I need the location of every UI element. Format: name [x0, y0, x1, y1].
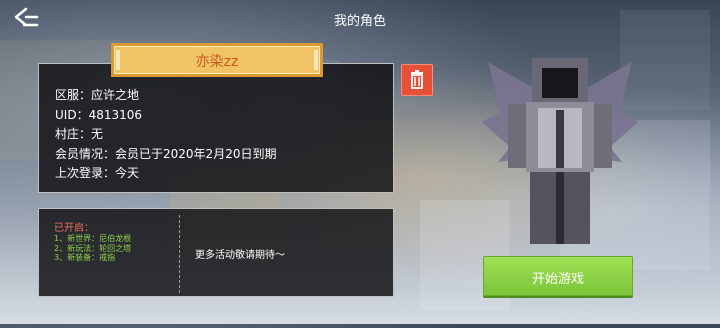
server-label: 区服： [55, 88, 92, 102]
character-name-banner: 亦染zz [111, 43, 323, 77]
more-activities-text: 更多活动敬请期待～ [195, 250, 285, 261]
start-game-button[interactable]: 开始游戏 [483, 256, 633, 296]
member-label: 会员情况： [55, 146, 116, 161]
delete-role-button[interactable] [401, 64, 433, 96]
member-row: 会员情况：会员已于2020年2月20日到期 [55, 145, 276, 165]
last-login-label: 上次登录： [55, 166, 116, 180]
trash-icon [411, 70, 423, 89]
server-row: 区服：应许之地 [55, 86, 276, 106]
opened-list: 1、新世界：尼伯龙根 2、新玩法：轮回之塔 3、新装备：戒指 [54, 234, 131, 263]
start-game-label: 开始游戏 [531, 272, 584, 287]
role-info-panel: 区服：应许之地 UID：4813106 村庄：无 会员情况：会员已于2020年2… [38, 63, 394, 193]
uid-row: UID：4813106 [55, 106, 276, 126]
features-panel: 已开启： 1、新世界：尼伯龙根 2、新玩法：轮回之塔 3、新装备：戒指 更多活动… [38, 208, 394, 297]
last-login-value: 今天 [115, 166, 140, 180]
village-label: 村庄： [55, 127, 92, 141]
character-avatar [470, 52, 650, 252]
page-title: 我的角色 [333, 14, 386, 29]
member-value: 会员已于2020年2月20日到期 [115, 146, 277, 161]
village-row: 村庄：无 [55, 125, 276, 145]
uid-value: 4813106 [88, 107, 143, 122]
last-login-row: 上次登录：今天 [55, 164, 276, 184]
opened-item: 1、新世界：尼伯龙根 [54, 234, 132, 243]
uid-label: UID： [55, 107, 89, 122]
server-value: 应许之地 [91, 88, 140, 102]
opened-item: 2、新玩法：轮回之塔 [54, 243, 132, 253]
character-name: 亦染zz [195, 54, 239, 70]
opened-title: 已开启： [54, 223, 94, 234]
divider [179, 215, 180, 293]
opened-item: 3、新装备：戒指 [54, 253, 116, 262]
role-info-lines: 区服：应许之地 UID：4813106 村庄：无 会员情况：会员已于2020年2… [55, 86, 276, 184]
village-value: 无 [91, 127, 104, 141]
